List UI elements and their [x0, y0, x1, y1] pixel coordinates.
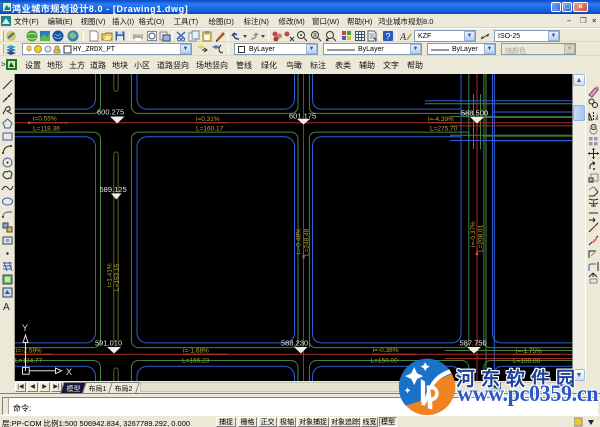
svg-text:?: ?	[386, 32, 391, 42]
svg-text:L=153.15: L=153.15	[114, 263, 121, 291]
svg-text:L=208.01: L=208.01	[478, 224, 485, 252]
svg-text:588.500: 588.500	[461, 109, 488, 118]
svg-text:i=-0.38%: i=-0.38%	[373, 347, 399, 354]
svg-text:i=-4.39%: i=-4.39%	[428, 116, 454, 123]
svg-text:589.125: 589.125	[100, 185, 127, 194]
svg-text:L=248.48: L=248.48	[304, 228, 311, 256]
svg-text:L=160.17: L=160.17	[196, 126, 224, 133]
svg-text:L=166.23: L=166.23	[182, 358, 210, 365]
svg-text:A: A	[3, 302, 10, 312]
svg-text:X: X	[66, 367, 72, 377]
svg-text:i=-0.48%: i=-0.48%	[296, 228, 303, 254]
svg-text:i=1.41%: i=1.41%	[107, 263, 114, 287]
svg-text:588.230: 588.230	[281, 339, 308, 348]
svg-text:i=-0.37%: i=-0.37%	[470, 221, 477, 247]
svg-text:i=0.55%: i=0.55%	[33, 116, 57, 123]
svg-text:A: A	[400, 32, 407, 42]
svg-text:600.275: 600.275	[97, 108, 124, 117]
svg-text:591.010: 591.010	[95, 339, 122, 348]
svg-text:587.750: 587.750	[460, 339, 487, 348]
svg-text:i=-1.75%: i=-1.75%	[516, 348, 542, 355]
svg-text:L=150.00: L=150.00	[371, 358, 399, 365]
svg-text:L=134.77: L=134.77	[15, 358, 43, 365]
svg-text:L=118.36: L=118.36	[33, 126, 60, 133]
svg-text:i=-2.59%: i=-2.59%	[16, 347, 42, 354]
svg-text:i=-1.68%: i=-1.68%	[183, 348, 209, 355]
svg-text:L=275.70: L=275.70	[430, 126, 458, 133]
svg-text:Y: Y	[22, 323, 28, 333]
svg-text:i=0.31%: i=0.31%	[196, 116, 220, 123]
